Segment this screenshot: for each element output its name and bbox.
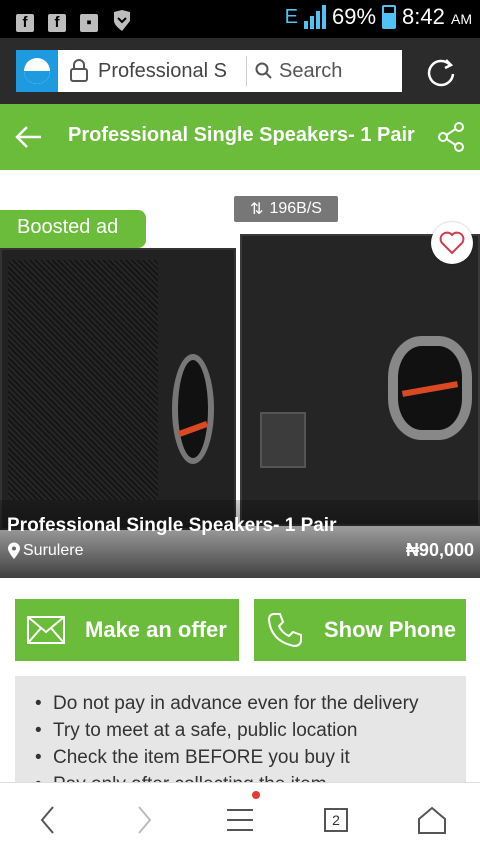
boosted-ad-badge: Boosted ad <box>0 210 146 248</box>
safety-tip: Try to meet at a safe, public location <box>35 717 466 744</box>
browser-toolbar: Professional S Search <box>0 38 480 104</box>
address-bar[interactable]: Professional S Search <box>16 50 402 92</box>
home-icon[interactable] <box>414 803 450 837</box>
facebook-notification-icon: f <box>16 13 34 32</box>
page-header: Professional Single Speakers- 1 Pair <box>0 104 480 170</box>
make-offer-label: Make an offer <box>85 617 227 642</box>
listing-price: ₦90,000 <box>405 540 474 560</box>
lock-icon <box>66 51 92 91</box>
phone-icon <box>267 613 302 648</box>
listing-location: Surulere <box>7 542 83 560</box>
transfer-arrows-icon: ⇅ <box>250 201 264 218</box>
signal-icon <box>304 5 326 29</box>
location-text: Surulere <box>23 542 84 559</box>
location-pin-icon <box>8 542 20 559</box>
url-text[interactable]: Professional S <box>98 60 238 83</box>
speaker-image-left <box>0 248 236 530</box>
share-icon[interactable] <box>436 121 466 153</box>
shield-notification-icon <box>112 9 132 36</box>
show-phone-label: Show Phone <box>324 617 456 642</box>
battery-percent: 69% <box>332 4 377 29</box>
clock: 8:42 AM <box>402 4 472 29</box>
envelope-icon <box>27 616 65 644</box>
menu-icon[interactable] <box>222 791 260 837</box>
tabs-button[interactable]: 2 <box>318 803 354 837</box>
reload-icon[interactable] <box>424 55 458 89</box>
search-label: Search <box>279 59 343 82</box>
listing-title: Professional Single Speakers- 1 Pair <box>7 515 337 536</box>
tab-count: 2 <box>324 808 348 832</box>
safety-tip: Do not pay in advance even for the deliv… <box>35 690 466 717</box>
network-type: E <box>284 5 298 28</box>
url-divider <box>246 56 247 86</box>
photo-caption-overlay <box>0 500 480 578</box>
network-speed-badge: ⇅ 196B/S <box>234 196 338 222</box>
search-field[interactable]: Search <box>255 60 342 83</box>
site-favicon-icon <box>16 50 58 92</box>
forward-icon[interactable] <box>126 803 162 837</box>
make-offer-button[interactable]: Make an offer <box>15 599 239 661</box>
network-speed-value: 196B/S <box>269 200 322 217</box>
back-icon[interactable] <box>30 803 66 837</box>
speaker-image-right <box>240 234 480 526</box>
image-notification-icon: ▪ <box>80 13 98 32</box>
show-phone-button[interactable]: Show Phone <box>254 599 466 661</box>
page-title: Professional Single Speakers- 1 Pair <box>68 124 415 146</box>
favorite-heart-icon[interactable] <box>431 222 473 264</box>
notification-dot <box>252 791 260 799</box>
back-arrow-icon[interactable] <box>14 122 44 152</box>
battery-icon <box>382 5 397 29</box>
status-bar: f f ▪ E 69% 8:42 AM <box>0 0 480 38</box>
safety-tip: Check the item BEFORE you buy it <box>35 744 466 771</box>
browser-bottom-nav: 2 <box>0 782 480 854</box>
search-icon <box>255 62 272 79</box>
facebook-notification-icon-2: f <box>48 13 66 32</box>
safety-tips: Do not pay in advance even for the deliv… <box>15 676 466 786</box>
